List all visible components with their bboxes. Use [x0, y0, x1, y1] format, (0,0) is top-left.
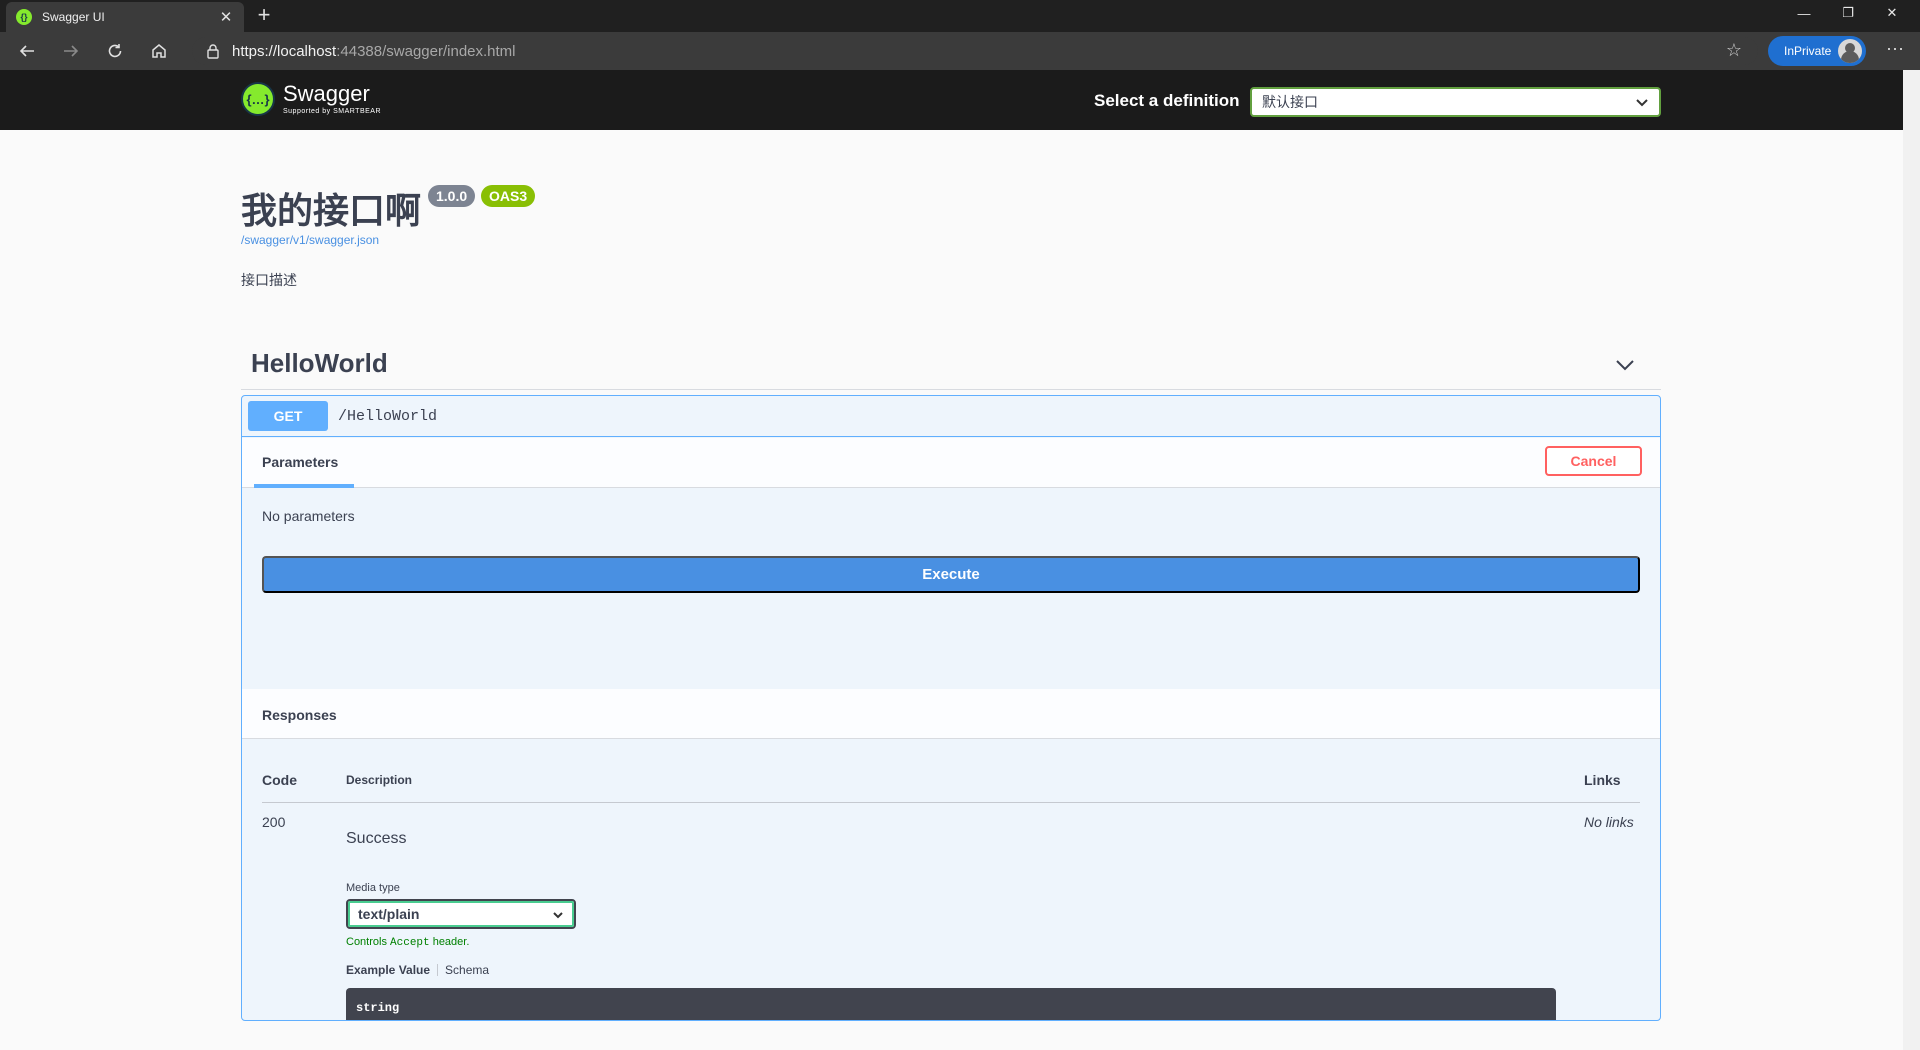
- lock-icon: [207, 44, 219, 59]
- example-tabs: Example Value Schema: [346, 963, 489, 977]
- responses-header: Responses: [242, 689, 1660, 739]
- response-code: 200: [262, 814, 286, 830]
- window-close-icon[interactable]: ✕: [1870, 0, 1914, 26]
- tab-close-icon[interactable]: ✕: [218, 8, 234, 26]
- logo-subtitle: Supported by SMARTBEAR: [283, 108, 382, 115]
- profile-avatar-icon: [1838, 39, 1862, 63]
- back-icon[interactable]: [12, 38, 42, 64]
- logo-name: Swagger: [283, 81, 370, 106]
- execute-button[interactable]: Execute: [262, 556, 1640, 593]
- tag-divider: [241, 389, 1661, 390]
- media-type-label: Media type: [346, 882, 400, 894]
- chevron-down-icon: [553, 912, 563, 919]
- version-badge: 1.0.0: [428, 185, 476, 207]
- vertical-scrollbar[interactable]: [1903, 70, 1920, 1050]
- address-bar[interactable]: https://localhost:44388/swagger/index.ht…: [192, 37, 1758, 65]
- refresh-icon[interactable]: [100, 38, 130, 64]
- new-tab-icon[interactable]: +: [252, 4, 276, 28]
- cancel-button[interactable]: Cancel: [1545, 446, 1642, 476]
- swagger-topbar: {…} Swagger Supported by SMARTBEAR Selec…: [0, 70, 1903, 130]
- api-title: 我的接口啊: [241, 190, 422, 231]
- oas-badge: OAS3: [481, 185, 536, 207]
- column-header-description: Description: [346, 773, 413, 787]
- responses-title: Responses: [262, 707, 337, 723]
- more-options-icon[interactable]: ···: [1880, 38, 1910, 59]
- tab-parameters[interactable]: Parameters: [262, 454, 338, 470]
- operation-path: /HelloWorld: [338, 408, 438, 425]
- browser-tabbar: {} Swagger UI ✕ + — ❐ ✕: [0, 0, 1920, 32]
- tab-separator: [437, 964, 439, 976]
- browser-toolbar: https://localhost:44388/swagger/index.ht…: [0, 32, 1920, 70]
- spec-link[interactable]: /swagger/v1/swagger.json: [241, 233, 379, 247]
- page-viewport: {…} Swagger Supported by SMARTBEAR Selec…: [0, 70, 1920, 1050]
- example-code: string: [356, 1001, 400, 1015]
- definition-label: Select a definition: [1094, 91, 1240, 110]
- column-header-links: Links: [1584, 772, 1621, 788]
- browser-tab[interactable]: {} Swagger UI ✕: [6, 2, 244, 32]
- swagger-logo-icon: {…}: [241, 82, 275, 116]
- operation-summary[interactable]: GET /HelloWorld: [242, 396, 1660, 437]
- swagger-favicon-icon: {}: [16, 9, 32, 25]
- definition-select[interactable]: 默认接口: [1250, 87, 1661, 117]
- api-description: 接口描述: [241, 272, 297, 288]
- column-header-code: Code: [262, 772, 297, 788]
- swagger-logo[interactable]: {…} Swagger Supported by SMARTBEAR: [241, 82, 381, 116]
- active-tab-indicator: [254, 484, 354, 488]
- operation-block: GET /HelloWorld Parameters Cancel No par…: [241, 395, 1661, 1021]
- no-parameters-text: No parameters: [262, 508, 355, 524]
- tab-example-value[interactable]: Example Value: [346, 963, 430, 977]
- parameters-header: Parameters Cancel: [242, 438, 1660, 488]
- method-badge: GET: [248, 401, 328, 431]
- restore-icon[interactable]: ❐: [1826, 0, 1870, 26]
- media-type-value: text/plain: [358, 906, 420, 922]
- response-description: Success: [346, 830, 407, 847]
- media-type-select[interactable]: text/plain: [346, 899, 576, 929]
- favorite-star-icon[interactable]: ☆: [1726, 40, 1742, 61]
- url-text: https://localhost:44388/swagger/index.ht…: [232, 43, 516, 60]
- tab-title: Swagger UI: [42, 10, 105, 24]
- collapse-chevron-icon[interactable]: [1615, 358, 1635, 372]
- table-divider: [262, 802, 1640, 803]
- inprivate-button[interactable]: InPrivate: [1768, 36, 1866, 66]
- minimize-icon[interactable]: —: [1782, 0, 1826, 26]
- response-links: No links: [1584, 814, 1634, 830]
- example-value-box[interactable]: string: [346, 988, 1556, 1020]
- tab-schema[interactable]: Schema: [445, 963, 489, 977]
- definition-value: 默认接口: [1262, 94, 1318, 110]
- forward-icon[interactable]: [56, 38, 86, 64]
- controls-accept-note: Controls Accept header.: [346, 936, 470, 949]
- tag-title[interactable]: HelloWorld: [251, 348, 388, 379]
- inprivate-label: InPrivate: [1784, 44, 1832, 58]
- home-icon[interactable]: [144, 38, 174, 64]
- chevron-down-icon: [1636, 99, 1648, 107]
